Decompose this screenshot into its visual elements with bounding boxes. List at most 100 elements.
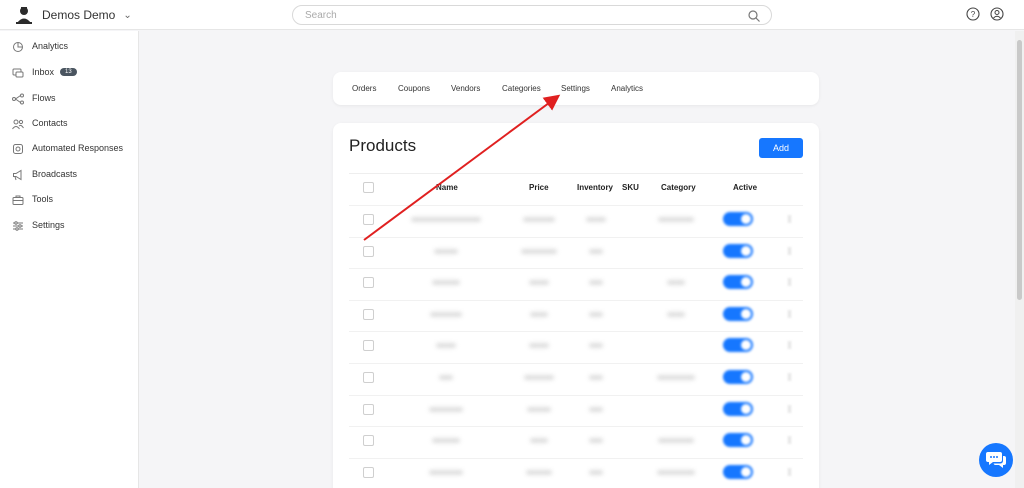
sidebar-item-automated-responses[interactable]: Automated Responses (0, 137, 139, 159)
row-divider (349, 363, 803, 364)
product-inventory-redacted (589, 311, 603, 317)
products-card: Products Add Name Price Inventory SKU Ca… (333, 123, 819, 488)
active-toggle[interactable] (723, 464, 753, 479)
product-category-redacted (657, 469, 695, 475)
row-actions-icon[interactable] (788, 341, 791, 350)
tools-icon (12, 193, 24, 205)
column-header-category[interactable]: Category (661, 183, 696, 192)
row-divider (349, 268, 803, 270)
active-toggle[interactable] (723, 401, 753, 416)
row-checkbox[interactable] (363, 214, 374, 225)
column-header-name[interactable]: Name (436, 183, 458, 192)
active-toggle[interactable] (723, 433, 753, 448)
row-actions-icon[interactable] (788, 246, 791, 255)
contacts-icon (12, 117, 24, 130)
search-placeholder: Search (305, 10, 337, 21)
tab-settings[interactable]: Settings (561, 84, 590, 93)
chat-support-button[interactable] (979, 443, 1013, 477)
product-name-redacted (432, 280, 460, 286)
broadcast-icon (12, 168, 24, 181)
column-header-price[interactable]: Price (529, 183, 549, 192)
search-input[interactable]: Search (292, 5, 772, 25)
product-category-redacted (667, 280, 685, 286)
product-price-redacted (521, 248, 557, 254)
product-inventory-redacted (586, 217, 606, 222)
search-icon (747, 9, 761, 23)
product-price-redacted (527, 406, 551, 412)
sidebar-item-label: Automated Responses (32, 143, 124, 153)
product-category-redacted (658, 217, 694, 222)
select-all-checkbox[interactable] (363, 182, 374, 193)
row-checkbox[interactable] (363, 435, 374, 447)
product-inventory-redacted (589, 406, 603, 412)
row-actions-icon[interactable] (788, 373, 791, 381)
workspace-switcher[interactable]: Demos Demo ⌄ (14, 4, 132, 26)
product-name-redacted (411, 217, 481, 222)
row-checkbox[interactable] (363, 403, 374, 415)
row-divider (349, 394, 803, 396)
sidebar-item-label: Tools (32, 194, 54, 204)
tab-analytics[interactable]: Analytics (611, 84, 643, 93)
column-header-active[interactable]: Active (733, 183, 757, 192)
row-checkbox[interactable] (363, 466, 374, 478)
workspace-logo-icon (14, 5, 34, 25)
product-name-redacted (436, 343, 456, 349)
column-header-inventory[interactable]: Inventory (577, 183, 613, 192)
product-name-redacted (429, 406, 463, 412)
product-price-redacted (529, 280, 549, 286)
workspace-name: Demos Demo (42, 8, 116, 22)
tab-categories[interactable]: Categories (502, 84, 541, 93)
product-name-redacted (430, 311, 462, 317)
product-name-redacted (434, 248, 458, 254)
product-price-redacted (523, 217, 555, 222)
user-account-icon[interactable] (990, 7, 1004, 21)
row-checkbox[interactable] (363, 245, 374, 257)
help-icon[interactable]: ? (966, 7, 980, 21)
row-checkbox[interactable] (363, 340, 374, 352)
column-header-sku[interactable]: SKU (622, 183, 639, 192)
product-category-redacted (658, 438, 694, 444)
row-checkbox[interactable] (363, 277, 374, 289)
sidebar-item-inbox[interactable]: Inbox 13 (0, 61, 139, 83)
sidebar-item-analytics[interactable]: Analytics (0, 35, 139, 57)
row-divider (349, 236, 803, 238)
active-toggle[interactable] (723, 275, 753, 290)
sidebar-item-broadcasts[interactable]: Broadcasts (0, 163, 139, 185)
active-toggle[interactable] (723, 306, 753, 321)
tab-coupons[interactable]: Coupons (398, 84, 430, 93)
product-inventory-redacted (589, 343, 603, 349)
active-toggle[interactable] (723, 370, 753, 384)
inbox-count-badge: 13 (60, 68, 77, 76)
row-checkbox[interactable] (363, 372, 374, 383)
sidebar-item-tools[interactable]: Tools (0, 188, 139, 210)
row-divider (349, 331, 803, 333)
row-divider (349, 457, 803, 459)
product-name-redacted (439, 375, 453, 380)
active-toggle[interactable] (723, 212, 753, 226)
product-category-redacted (667, 311, 685, 317)
row-checkbox[interactable] (363, 308, 374, 320)
product-inventory-redacted (589, 469, 603, 475)
chevron-down-icon: ⌄ (123, 9, 132, 21)
sidebar: Analytics Inbox 13 Flows Contacts Automa… (0, 31, 139, 488)
row-actions-icon[interactable] (788, 278, 791, 287)
active-toggle[interactable] (723, 243, 753, 258)
row-actions-icon[interactable] (788, 467, 791, 476)
row-actions-icon[interactable] (788, 215, 791, 223)
page-scrollbar-thumb[interactable] (1017, 40, 1022, 300)
product-category-redacted (657, 375, 695, 380)
row-actions-icon[interactable] (788, 436, 791, 445)
product-inventory-redacted (589, 248, 603, 254)
tab-orders[interactable]: Orders (352, 84, 376, 93)
row-divider (349, 426, 803, 428)
row-actions-icon[interactable] (788, 309, 791, 318)
sidebar-item-settings[interactable]: Settings (0, 214, 139, 236)
divider (349, 173, 803, 174)
automated-responses-icon (12, 142, 24, 154)
sidebar-item-flows[interactable]: Flows (0, 87, 139, 109)
row-actions-icon[interactable] (788, 404, 791, 413)
tab-vendors[interactable]: Vendors (451, 84, 480, 93)
sidebar-item-contacts[interactable]: Contacts (0, 112, 139, 134)
active-toggle[interactable] (723, 338, 753, 353)
add-product-button[interactable]: Add (759, 138, 803, 158)
